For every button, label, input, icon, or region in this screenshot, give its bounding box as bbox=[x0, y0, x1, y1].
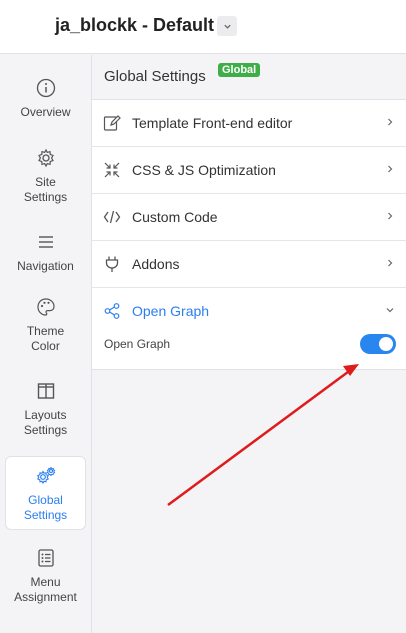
chevron-right-icon bbox=[384, 163, 396, 175]
row-label: Open Graph bbox=[132, 303, 210, 319]
open-graph-field-label: Open Graph bbox=[104, 337, 171, 351]
row-open-graph[interactable]: Open Graph bbox=[92, 288, 406, 335]
chevron-down-icon bbox=[384, 304, 396, 316]
row-custom-code[interactable]: Custom Code bbox=[92, 194, 406, 241]
panel-header: Global Settings Global bbox=[92, 55, 406, 100]
row-label: CSS & JS Optimization bbox=[132, 162, 276, 178]
row-label: Addons bbox=[132, 256, 180, 272]
sidebar-item-global-settings[interactable]: Global Settings bbox=[5, 456, 86, 530]
menu-icon bbox=[35, 231, 57, 253]
sidebar-item-layouts-settings[interactable]: Layouts Settings bbox=[5, 380, 86, 440]
toggle-knob bbox=[379, 337, 393, 351]
gears-icon bbox=[35, 465, 57, 487]
global-settings-panel: Global Settings Global Template Front-en… bbox=[92, 55, 406, 370]
edit-icon bbox=[103, 114, 121, 132]
sidebar-item-label: Navigation bbox=[17, 259, 74, 273]
chevron-down-icon bbox=[223, 24, 231, 29]
sidebar-item-label: Theme Color bbox=[26, 324, 65, 353]
row-css-js-optimization[interactable]: CSS & JS Optimization bbox=[92, 147, 406, 194]
sidebar-item-label: Overview bbox=[20, 105, 71, 119]
sidebar-item-theme-color[interactable]: Theme Color bbox=[5, 296, 86, 356]
plug-icon bbox=[103, 255, 121, 273]
open-graph-toggle[interactable] bbox=[360, 334, 396, 354]
row-addons[interactable]: Addons bbox=[92, 241, 406, 288]
chevron-right-icon bbox=[384, 116, 396, 128]
code-icon bbox=[103, 208, 121, 226]
sidebar-item-label: Site Settings bbox=[23, 175, 68, 204]
sidebar-item-label: Layouts Settings bbox=[23, 408, 68, 437]
sidebar-item-menu-assignment[interactable]: Menu Assignment bbox=[5, 547, 86, 607]
top-bar: ja_blockk - Default bbox=[0, 0, 406, 54]
row-label: Template Front-end editor bbox=[132, 115, 293, 131]
sidebar: Overview Site Settings Navigation Theme … bbox=[0, 55, 92, 633]
template-dropdown-button[interactable] bbox=[217, 16, 237, 36]
template-title: ja_blockk - Default bbox=[55, 15, 215, 35]
sidebar-item-site-settings[interactable]: Site Settings bbox=[5, 147, 86, 207]
global-badge: Global bbox=[218, 63, 261, 77]
chevron-right-icon bbox=[384, 257, 396, 269]
row-template-front-end-editor[interactable]: Template Front-end editor bbox=[92, 100, 406, 147]
compress-icon bbox=[103, 161, 121, 179]
panel-title: Global Settings bbox=[104, 68, 206, 85]
info-icon bbox=[35, 77, 57, 99]
list-icon bbox=[35, 547, 57, 569]
palette-icon bbox=[35, 296, 57, 318]
sidebar-item-navigation[interactable]: Navigation bbox=[5, 231, 86, 276]
sidebar-item-overview[interactable]: Overview bbox=[5, 77, 86, 127]
gear-icon bbox=[35, 147, 57, 169]
sidebar-item-label: Global Settings bbox=[23, 493, 68, 522]
layout-icon bbox=[35, 380, 57, 402]
row-label: Custom Code bbox=[132, 209, 218, 225]
chevron-right-icon bbox=[384, 210, 396, 222]
share-icon bbox=[103, 302, 121, 320]
sidebar-item-label: Menu Assignment bbox=[14, 575, 77, 604]
